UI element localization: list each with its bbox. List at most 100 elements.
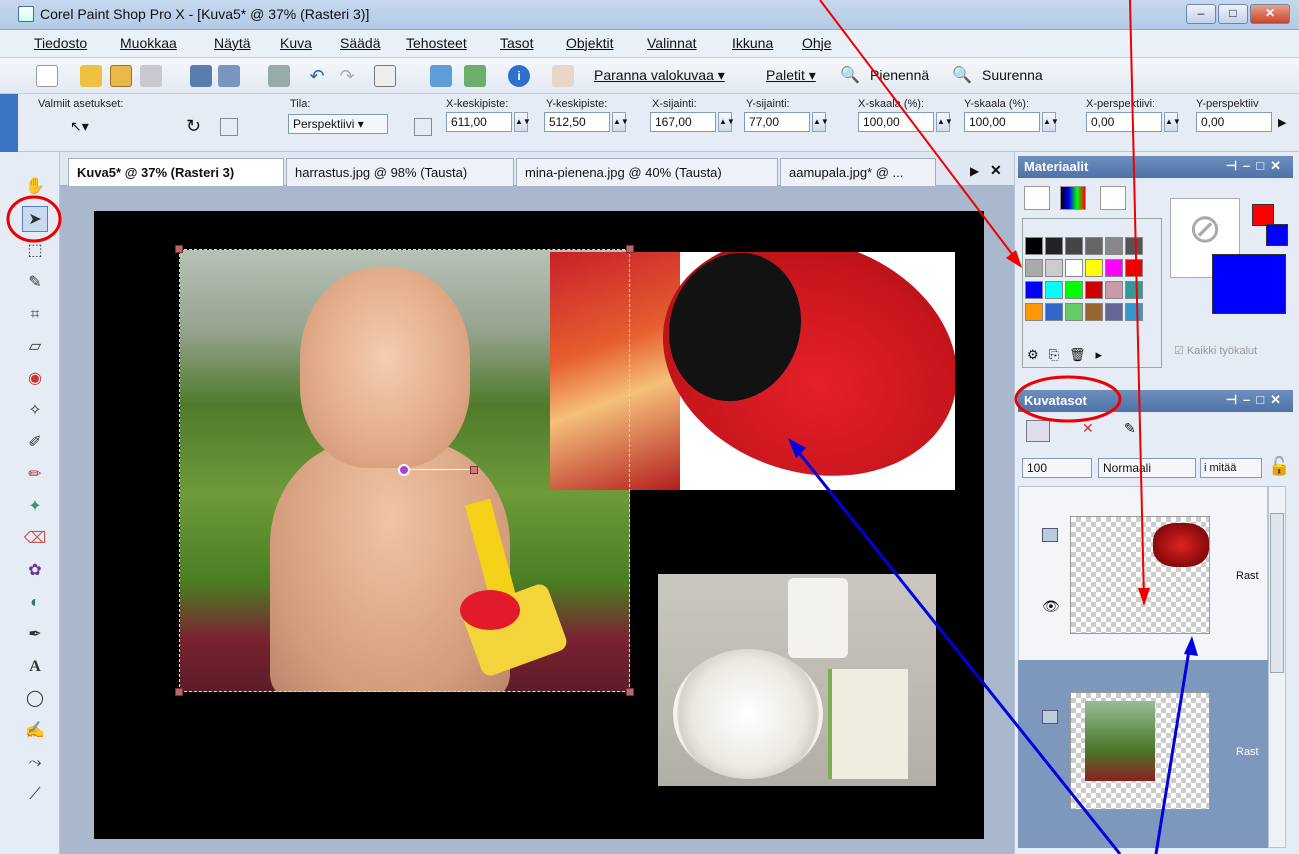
lock-field[interactable]: i mitää bbox=[1200, 458, 1262, 478]
layer-scrollbar[interactable] bbox=[1268, 486, 1286, 848]
tab-kuva5[interactable]: Kuva5* @ 37% (Rasteri 3) bbox=[68, 158, 284, 186]
zoom-in-button[interactable]: Suurenna bbox=[982, 67, 1043, 83]
zoom-out-icon[interactable]: 🔍 bbox=[840, 65, 860, 87]
menu-view[interactable]: Näytä bbox=[214, 35, 251, 51]
y-center-input[interactable]: 512,50 bbox=[544, 112, 610, 132]
eraser-tool-icon[interactable]: ⌫ bbox=[22, 526, 48, 552]
y-scale-input[interactable]: 100,00 bbox=[964, 112, 1040, 132]
swatch[interactable] bbox=[1085, 281, 1103, 299]
dropper-tool-icon[interactable]: ✎ bbox=[22, 270, 48, 296]
foreground-color[interactable] bbox=[1252, 204, 1274, 226]
swatch[interactable] bbox=[1045, 237, 1063, 255]
swatch[interactable] bbox=[1025, 281, 1043, 299]
layer-row-rasteri3[interactable]: 👁 Rast bbox=[1018, 492, 1268, 660]
minimize-button[interactable]: – bbox=[1186, 4, 1216, 24]
straighten-tool-icon[interactable]: ▱ bbox=[22, 334, 48, 360]
x-scale-spinner[interactable]: ▲▼ bbox=[936, 112, 953, 132]
swatch[interactable] bbox=[1025, 303, 1043, 321]
menu-objects[interactable]: Objektit bbox=[566, 35, 613, 51]
y-position-input[interactable]: 77,00 bbox=[744, 112, 810, 132]
scan-icon[interactable] bbox=[140, 65, 162, 87]
swatch[interactable] bbox=[1105, 281, 1123, 299]
scroll-right-icon[interactable]: ▶ bbox=[1278, 116, 1286, 129]
new-layer-icon[interactable] bbox=[1026, 420, 1050, 442]
red-eye-tool-icon[interactable]: ◉ bbox=[22, 366, 48, 392]
print-icon[interactable] bbox=[268, 65, 290, 87]
text-tool-icon[interactable]: A bbox=[22, 654, 48, 680]
tab-harrastus[interactable]: harrastus.jpg @ 98% (Tausta) bbox=[286, 158, 514, 186]
browse-icon[interactable] bbox=[110, 65, 132, 87]
y-scale-spinner[interactable]: ▲▼ bbox=[1042, 112, 1059, 132]
delete-layer-icon[interactable]: ✕ bbox=[1082, 420, 1094, 437]
x-center-input[interactable]: 611,00 bbox=[446, 112, 512, 132]
tab-scroll-icon[interactable]: ▶ bbox=[970, 164, 979, 178]
breakfast-photo-layer[interactable] bbox=[658, 574, 936, 786]
corner-handle-bottom-left[interactable] bbox=[175, 688, 183, 696]
center-icon[interactable] bbox=[414, 118, 432, 136]
swatch[interactable] bbox=[1105, 303, 1123, 321]
corner-handle-bottom-right[interactable] bbox=[626, 688, 634, 696]
open-folder-icon[interactable] bbox=[80, 65, 102, 87]
paint-brush-icon[interactable]: ✏ bbox=[22, 462, 48, 488]
preset-shape-icon[interactable]: ◯ bbox=[22, 686, 48, 712]
background-color[interactable] bbox=[1212, 254, 1286, 314]
options-grip[interactable] bbox=[0, 94, 18, 152]
menu-file[interactable]: Tiedosto bbox=[34, 35, 87, 51]
swatch[interactable] bbox=[1105, 237, 1123, 255]
menu-edit[interactable]: Muokkaa bbox=[120, 35, 177, 51]
pivot-point[interactable] bbox=[398, 464, 410, 476]
save-as-icon[interactable] bbox=[218, 65, 240, 87]
flood-fill-icon[interactable]: ◐ bbox=[22, 590, 48, 616]
warp-brush-icon[interactable]: ⤳ bbox=[22, 750, 48, 776]
rotation-handle[interactable] bbox=[470, 466, 478, 474]
swatch[interactable] bbox=[1025, 259, 1043, 277]
menu-image[interactable]: Kuva bbox=[280, 35, 312, 51]
corner-handle-top-left[interactable] bbox=[175, 245, 183, 253]
swatch[interactable] bbox=[1065, 303, 1083, 321]
opacity-field[interactable]: 100 bbox=[1022, 458, 1092, 478]
crop-to-selection-icon[interactable] bbox=[374, 65, 396, 87]
pen-tool-icon[interactable]: ✍ bbox=[22, 718, 48, 744]
x-perspective-input[interactable]: 0,00 bbox=[1086, 112, 1162, 132]
menu-window[interactable]: Ikkuna bbox=[732, 35, 773, 51]
pick-tool-icon[interactable]: ➤ bbox=[22, 206, 48, 232]
menu-layers[interactable]: Tasot bbox=[500, 35, 533, 51]
photo-tray-icon[interactable] bbox=[464, 65, 486, 87]
background-color-small[interactable] bbox=[1266, 224, 1288, 246]
reset-icon[interactable]: ↻ bbox=[186, 116, 201, 137]
color-replacer-icon[interactable]: ✒ bbox=[22, 622, 48, 648]
layers-panel-controls[interactable]: ⊣–□✕ bbox=[1226, 392, 1287, 408]
crop-tool-icon[interactable]: ⌗ bbox=[22, 302, 48, 328]
menu-adjust[interactable]: Säädä bbox=[340, 35, 380, 51]
undo-icon[interactable]: ↶ bbox=[306, 65, 328, 87]
materials-panel-controls[interactable]: ⊣–□✕ bbox=[1226, 158, 1287, 174]
lock-icon[interactable]: 🔓 bbox=[1268, 456, 1290, 477]
corner-handle-top-right[interactable] bbox=[626, 245, 634, 253]
swatch[interactable] bbox=[1125, 303, 1143, 321]
swatch[interactable] bbox=[1085, 303, 1103, 321]
pattern-tab-icon[interactable] bbox=[1100, 186, 1126, 210]
save-icon[interactable] bbox=[190, 65, 212, 87]
swatch[interactable] bbox=[1125, 259, 1143, 277]
swatch[interactable] bbox=[1025, 237, 1043, 255]
color-swatches[interactable]: ⚙⎘🗑▸ bbox=[1022, 218, 1162, 368]
swatch[interactable] bbox=[1085, 237, 1103, 255]
new-file-icon[interactable] bbox=[36, 65, 58, 87]
swatch[interactable] bbox=[1045, 259, 1063, 277]
close-tab-icon[interactable]: ✕ bbox=[990, 162, 1002, 179]
retouch-tool-icon[interactable]: ✦ bbox=[22, 494, 48, 520]
close-button[interactable]: ✕ bbox=[1250, 4, 1290, 24]
x-position-spinner[interactable]: ▲▼ bbox=[718, 112, 735, 132]
makeover-tool-icon[interactable]: ✧ bbox=[22, 398, 48, 424]
swatch[interactable] bbox=[1085, 259, 1103, 277]
pan-tool-icon[interactable]: ✋ bbox=[22, 174, 48, 200]
palettes-menu[interactable]: Paletit ▾ bbox=[766, 67, 816, 84]
x-center-spinner[interactable]: ▲▼ bbox=[514, 112, 531, 132]
layer-properties-icon[interactable]: ✎ bbox=[1124, 420, 1136, 437]
photo-icon[interactable] bbox=[430, 65, 452, 87]
tab-mina-pienena[interactable]: mina-pienena.jpg @ 40% (Tausta) bbox=[516, 158, 778, 186]
oil-brush-icon[interactable]: ⟋ bbox=[22, 782, 48, 808]
info-icon[interactable]: i bbox=[508, 65, 530, 87]
menu-help[interactable]: Ohje bbox=[802, 35, 832, 51]
apply-icon[interactable] bbox=[220, 118, 238, 136]
